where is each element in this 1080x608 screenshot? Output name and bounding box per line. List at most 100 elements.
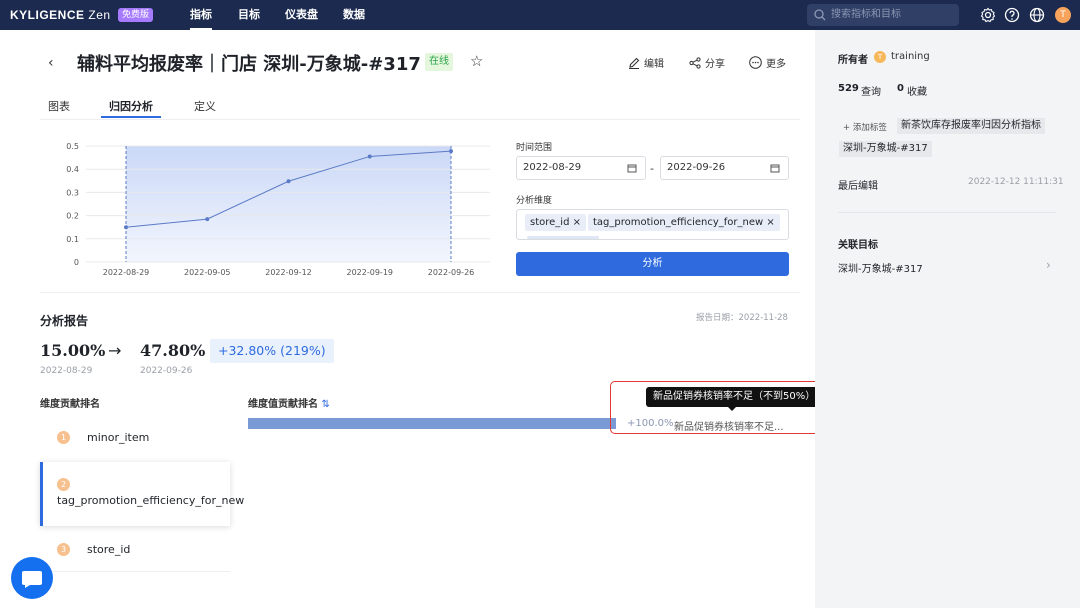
selected-range bbox=[126, 146, 451, 262]
settings-icon[interactable] bbox=[980, 7, 996, 23]
related-goal-item[interactable]: 深圳-万象城-#317 bbox=[838, 260, 923, 275]
arrow-icon: → bbox=[108, 341, 122, 360]
calendar-icon bbox=[627, 164, 637, 173]
rank-number: 1 bbox=[57, 431, 70, 444]
share-button[interactable]: 分享 bbox=[689, 55, 725, 70]
to-date: 2022-09-26 bbox=[140, 366, 193, 376]
value-rank-title: 维度值贡献排名 ⇅ bbox=[248, 399, 330, 410]
top-nav-bar: KYLIGENCE Zen 免费版 指标 目标 仪表盘 数据 搜索指标和目标 T bbox=[0, 0, 1080, 30]
report-title: 分析报告 bbox=[40, 314, 89, 328]
tab-definition[interactable]: 定义 bbox=[194, 98, 216, 118]
pencil-icon bbox=[629, 57, 640, 70]
data-point bbox=[367, 154, 372, 159]
dimension-tag: tag_promotion_efficiency_for_new × bbox=[588, 214, 780, 231]
data-point bbox=[286, 179, 291, 184]
metric-tag[interactable]: 新茶饮库存报废率归因分析指标 bbox=[897, 118, 1045, 134]
page-title: 辅料平均报废率｜门店 深圳-万象城-#317 bbox=[77, 54, 421, 75]
from-value: 15.00% bbox=[40, 341, 106, 360]
last-edit-label: 最后编辑 bbox=[838, 181, 878, 192]
to-value: 47.80% bbox=[140, 341, 206, 360]
search-icon bbox=[814, 9, 826, 21]
dimension-rank-title: 维度贡献排名 bbox=[40, 399, 100, 410]
data-point bbox=[124, 225, 128, 230]
dimension-rank-item[interactable]: 2 tag_promotion_efficiency_for_new bbox=[40, 462, 244, 526]
nav-metrics[interactable]: 指标 bbox=[190, 0, 212, 30]
report-date: 报告日期：2022-11-28 bbox=[696, 313, 788, 323]
user-avatar[interactable]: T bbox=[1055, 7, 1071, 23]
rank-number: 2 bbox=[57, 478, 70, 491]
chevron-right-icon[interactable]: › bbox=[1046, 258, 1051, 272]
sort-icon[interactable]: ⇅ bbox=[321, 399, 329, 410]
nav-data[interactable]: 数据 bbox=[343, 0, 365, 30]
x-tick-label: 2022-08-29 bbox=[103, 268, 150, 277]
help-icon[interactable] bbox=[1004, 7, 1020, 23]
select-scrollbar[interactable] bbox=[527, 236, 599, 239]
x-tick-label: 2022-09-12 bbox=[265, 268, 312, 277]
share-icon bbox=[689, 57, 701, 69]
status-badge: 在线 bbox=[425, 53, 453, 71]
tooltip: 新品促销券核销率不足（不到50%） bbox=[646, 387, 823, 411]
search-input[interactable]: 搜索指标和目标 bbox=[807, 4, 959, 26]
dimension-tag: store_id × bbox=[525, 214, 586, 231]
time-range-label: 时间范围 bbox=[516, 143, 553, 153]
add-tag-button[interactable]: + 添加标签 bbox=[843, 121, 887, 133]
date-range-separator: - bbox=[650, 162, 654, 175]
dimension-label: 分析维度 bbox=[516, 196, 553, 206]
y-tick-label: 0.3 bbox=[66, 188, 79, 197]
back-icon[interactable]: ‹ bbox=[48, 55, 54, 71]
y-tick-label: 0.4 bbox=[66, 165, 79, 174]
data-point bbox=[449, 149, 453, 154]
close-icon[interactable]: × bbox=[573, 217, 581, 228]
more-icon bbox=[749, 56, 762, 69]
start-date-field[interactable]: 2022-08-29 bbox=[516, 156, 646, 180]
brand-logo[interactable]: KYLIGENCE Zen bbox=[10, 8, 111, 22]
tab-divider bbox=[40, 119, 800, 120]
y-tick-label: 0.2 bbox=[66, 212, 79, 221]
more-button[interactable]: 更多 bbox=[749, 55, 786, 70]
metric-tag[interactable]: 深圳-万象城-#317 bbox=[839, 141, 932, 157]
info-panel bbox=[815, 30, 1080, 608]
dimension-rank-item[interactable]: 3 store_id bbox=[40, 532, 230, 572]
rank-label: store_id bbox=[87, 543, 131, 556]
nav-goals[interactable]: 目标 bbox=[238, 0, 260, 30]
rank-label: tag_promotion_efficiency_for_new bbox=[57, 494, 245, 507]
chat-button[interactable] bbox=[11, 557, 53, 599]
x-tick-label: 2022-09-19 bbox=[347, 268, 394, 277]
globe-icon[interactable] bbox=[1029, 7, 1045, 23]
owner-name: training bbox=[891, 51, 930, 62]
dimension-rank-item[interactable]: 1 minor_item bbox=[40, 420, 230, 458]
close-icon[interactable]: × bbox=[766, 217, 774, 228]
rank-number: 3 bbox=[57, 543, 70, 556]
y-tick-label: 0.5 bbox=[66, 142, 79, 151]
from-date: 2022-08-29 bbox=[40, 366, 93, 376]
analyze-button[interactable]: 分析 bbox=[516, 252, 789, 276]
y-tick-label: 0.1 bbox=[66, 235, 79, 244]
nav-dashboards[interactable]: 仪表盘 bbox=[285, 0, 318, 30]
calendar-icon bbox=[770, 164, 780, 173]
plan-badge: 免费版 bbox=[118, 8, 154, 22]
owner-label: 所有者 bbox=[838, 55, 868, 66]
query-label: 查询 bbox=[861, 87, 881, 98]
star-icon[interactable]: ☆ bbox=[470, 52, 483, 70]
trend-chart: 0 0.1 0.2 0.3 0.4 0.5 2022-08-29 2022-09-05 2022… bbox=[66, 142, 490, 277]
section-divider bbox=[40, 292, 800, 293]
fav-count: 0 bbox=[897, 83, 904, 94]
last-edit-time: 2022-12-12 11:11:31 bbox=[968, 177, 1064, 187]
data-point bbox=[205, 217, 210, 222]
delta-badge: +32.80% (219%) bbox=[210, 339, 334, 363]
rank-label: minor_item bbox=[87, 431, 150, 444]
related-title: 关联目标 bbox=[838, 240, 878, 251]
tab-chart[interactable]: 图表 bbox=[48, 98, 70, 118]
edit-button[interactable]: 编辑 bbox=[628, 55, 664, 70]
owner-avatar: T bbox=[874, 51, 886, 63]
fav-label: 收藏 bbox=[907, 87, 927, 98]
x-tick-label: 2022-09-05 bbox=[184, 268, 231, 277]
chat-icon bbox=[22, 571, 42, 588]
query-count: 529 bbox=[838, 83, 859, 94]
x-tick-label: 2022-09-26 bbox=[428, 268, 475, 277]
end-date-field[interactable]: 2022-09-26 bbox=[660, 156, 789, 180]
side-divider bbox=[838, 212, 1056, 213]
tab-attribution[interactable]: 归因分析 bbox=[101, 98, 161, 118]
contribution-bar[interactable] bbox=[248, 418, 616, 429]
y-tick-label: 0 bbox=[74, 258, 79, 267]
